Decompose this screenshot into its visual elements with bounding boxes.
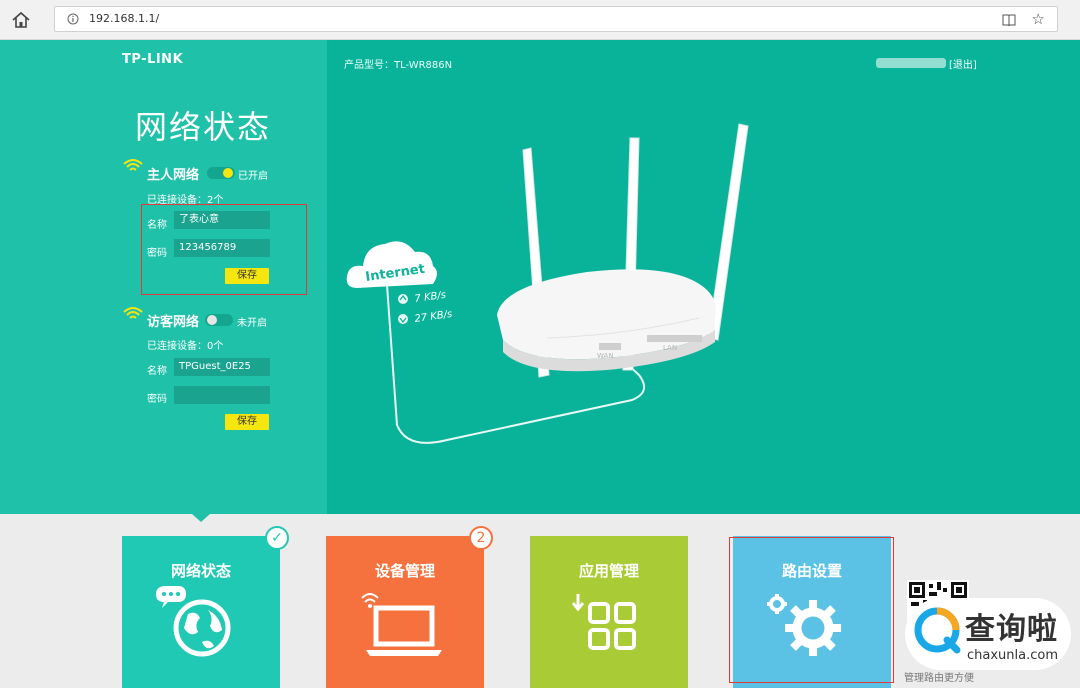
tile-device-management[interactable]: 设备管理 — [326, 536, 484, 688]
guest-network-state: 未开启 — [237, 318, 267, 329]
toggle-knob — [207, 315, 217, 325]
wifi-icon — [123, 307, 143, 319]
internet-cloud-icon: Internet — [346, 241, 437, 288]
download-speed: 27 KB/s — [414, 309, 453, 325]
tile-app-management[interactable]: 应用管理 — [530, 536, 688, 688]
watermark-text: 查询啦 — [965, 612, 1058, 647]
url-text[interactable]: 192.168.1.1/ — [89, 12, 159, 25]
wan-label: WAN — [597, 352, 614, 360]
highlight-frame — [141, 204, 307, 295]
guest-network-toggle[interactable] — [205, 314, 233, 326]
reading-view-icon[interactable] — [1001, 12, 1017, 28]
apps-grid-icon — [571, 594, 636, 650]
network-status-panel: TP-LINK 网络状态 主人网络 已开启 已连接设备：2个 名称 了表心意 密… — [0, 40, 327, 514]
watermark-badge: 查询啦 chaxunla.com — [905, 598, 1071, 670]
tile-label: 网络状态 — [170, 562, 231, 580]
guest-password-input[interactable] — [174, 386, 270, 404]
home-icon[interactable] — [10, 10, 32, 30]
guest-connected-count: 已连接设备：0个 — [147, 341, 224, 352]
main-network-title: 主人网络 — [147, 168, 200, 183]
address-bar[interactable]: 192.168.1.1/ ☆ — [54, 6, 1058, 32]
router-admin-page: TP-LINK 网络状态 主人网络 已开启 已连接设备：2个 名称 了表心意 密… — [0, 40, 1080, 514]
guest-name-label: 名称 — [147, 366, 167, 377]
watermark-url: chaxunla.com — [967, 648, 1058, 663]
toggle-knob — [223, 168, 233, 178]
active-pointer — [192, 514, 210, 522]
tile-label: 设备管理 — [374, 562, 435, 580]
router-body: WAN LAN — [497, 269, 716, 372]
laptop-wifi-icon — [361, 593, 442, 656]
favorite-star-icon[interactable]: ☆ — [1032, 10, 1045, 28]
wifi-icon — [123, 159, 143, 171]
lan-label: LAN — [663, 344, 677, 352]
device-count-badge: 2 — [469, 526, 493, 550]
guest-save-button[interactable]: 保存 — [225, 414, 269, 430]
watermark-logo-icon — [914, 607, 961, 654]
guest-network-title: 访客网络 — [147, 315, 200, 330]
upload-speed: 7 KB/s — [414, 290, 447, 305]
tp-link-logo: TP-LINK — [122, 52, 184, 67]
main-network-toggle[interactable] — [207, 167, 235, 179]
qr-caption: 管理路由更方便 — [904, 673, 974, 684]
check-badge-icon: ✓ — [265, 526, 289, 550]
guest-ssid-input[interactable]: TPGuest_0E25 — [174, 358, 270, 376]
info-icon[interactable] — [67, 13, 79, 25]
router-illustration: Internet 7 KB/s 27 KB/s WAN LAN — [346, 123, 749, 444]
browser-toolbar: 192.168.1.1/ ☆ — [0, 0, 1080, 40]
main-network-state: 已开启 — [238, 171, 268, 182]
highlight-frame — [729, 537, 894, 683]
tile-network-status[interactable]: 网络状态 — [122, 536, 280, 688]
globe-chat-icon — [156, 586, 231, 657]
tile-label: 应用管理 — [578, 562, 639, 580]
panel-title: 网络状态 — [135, 108, 272, 146]
guest-password-label: 密码 — [147, 394, 167, 405]
